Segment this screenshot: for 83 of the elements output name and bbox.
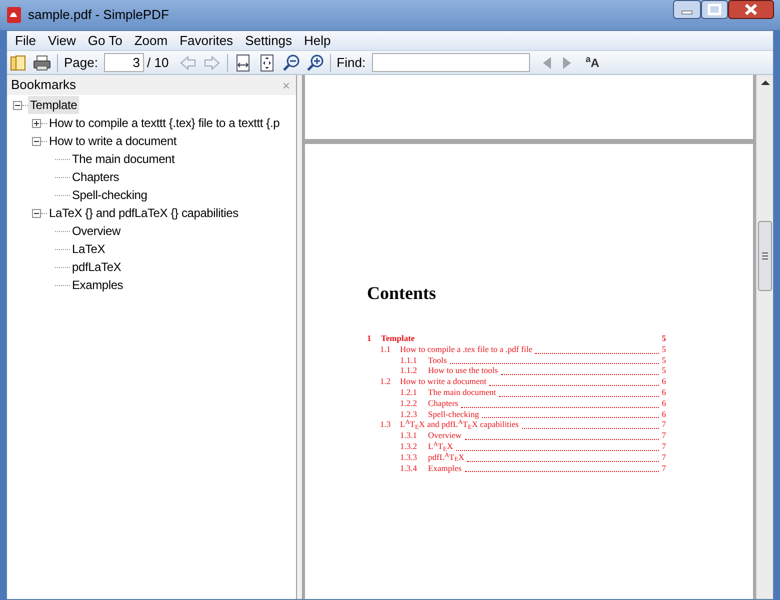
toc-page-number: 6 bbox=[662, 410, 666, 418]
scroll-up-icon[interactable] bbox=[760, 80, 770, 86]
find-label: Find: bbox=[336, 54, 366, 72]
collapse-icon[interactable] bbox=[32, 136, 41, 146]
window-title: sample.pdf - SimplePDF bbox=[28, 6, 170, 24]
toc-page-number: 5 bbox=[662, 366, 666, 375]
menu-item[interactable]: Go To bbox=[82, 30, 128, 50]
menu-item[interactable]: Zoom bbox=[128, 30, 174, 50]
toc-number: 1.2.3 bbox=[400, 410, 418, 418]
toc-entry[interactable]: Tools bbox=[428, 356, 447, 364]
menu-item[interactable]: Help bbox=[298, 30, 337, 50]
toc-number: 1.2 bbox=[380, 377, 392, 386]
printer-icon[interactable] bbox=[33, 54, 51, 72]
fit-width-icon[interactable] bbox=[234, 54, 252, 72]
scroll-thumb[interactable] bbox=[758, 221, 772, 291]
page-field[interactable]: 3 bbox=[104, 53, 144, 72]
minimize-button[interactable] bbox=[673, 0, 701, 19]
collapse-icon[interactable] bbox=[32, 208, 41, 218]
toc-number: 1 bbox=[367, 334, 372, 342]
toc-page-number: 5 bbox=[662, 334, 666, 342]
tree-item[interactable]: LaTeX {} and pdfLaTeX {} capabilities bbox=[47, 204, 240, 222]
toc-number: 1.2.2 bbox=[400, 398, 418, 408]
menu-item[interactable]: View bbox=[42, 30, 82, 50]
toc-entry[interactable]: The main document bbox=[428, 388, 496, 396]
maximize-button[interactable] bbox=[701, 0, 728, 19]
menu-item[interactable]: Favorites bbox=[174, 30, 240, 50]
toc-entry[interactable]: How to compile a .tex file to a .pdf file bbox=[400, 344, 532, 354]
zoom-out-icon[interactable] bbox=[282, 54, 300, 72]
toc-page-number: 5 bbox=[662, 356, 666, 364]
tree-item[interactable]: How to write a document bbox=[47, 132, 178, 150]
tree-item[interactable]: Examples bbox=[70, 276, 126, 294]
toc-entry[interactable]: pdfL$^{A}$T$_{E}$X bbox=[428, 452, 464, 462]
contents-heading: Contents bbox=[367, 284, 438, 302]
pdf-document-icon bbox=[6, 7, 22, 23]
toc-page-number: 6 bbox=[662, 377, 666, 386]
tree-item[interactable]: How to compile a texttt {.tex} file to a texttt {.p bbox=[47, 114, 282, 132]
page-label: Page: bbox=[64, 54, 98, 72]
toc-entry[interactable]: How to use the tools bbox=[428, 366, 498, 375]
toc-page-number: 6 bbox=[662, 398, 666, 408]
expand-icon[interactable] bbox=[32, 118, 41, 128]
tree-item[interactable]: The main document bbox=[70, 150, 177, 168]
tree-item[interactable]: Chapters bbox=[70, 168, 122, 186]
toc-page-number: 7 bbox=[662, 420, 666, 429]
toc-page-number: 7 bbox=[662, 431, 666, 440]
tree-item[interactable]: pdfLaTeX bbox=[70, 258, 124, 276]
toc-entry[interactable]: Spell-checking bbox=[428, 410, 479, 418]
toc-page-number: 7 bbox=[662, 452, 666, 462]
page-total: / 10 bbox=[146, 54, 169, 72]
toc-entry[interactable]: Examples bbox=[428, 464, 462, 472]
toc-number: 1.1.2 bbox=[400, 366, 418, 375]
find-field[interactable] bbox=[372, 53, 530, 72]
match-case-button[interactable]: $^{a}$A bbox=[586, 56, 600, 68]
book-icon[interactable] bbox=[9, 54, 27, 72]
tree-item[interactable]: Template bbox=[28, 96, 80, 114]
fit-page-icon[interactable] bbox=[258, 54, 276, 72]
toc-entry[interactable]: Overview bbox=[428, 431, 462, 440]
toc-number: 1.3.3 bbox=[400, 452, 418, 462]
toc-entry[interactable]: How to write a document bbox=[400, 377, 486, 386]
toc-number: 1.3.2 bbox=[400, 442, 418, 450]
close-button[interactable] bbox=[728, 0, 774, 19]
toc-number: 1.2.1 bbox=[400, 388, 418, 396]
tree-item[interactable]: LaTeX bbox=[70, 240, 108, 258]
toc-entry[interactable]: L$^{A}$T$_{E}$X and pdfL$^{A}$T$_{E}$X capabilities bbox=[400, 420, 519, 429]
toc-entry[interactable]: Chapters bbox=[428, 398, 458, 408]
zoom-in-icon[interactable] bbox=[306, 54, 324, 72]
toc-page-number: 5 bbox=[662, 344, 666, 354]
toc-number: 1.1.1 bbox=[400, 356, 418, 364]
toc-page-number: 7 bbox=[662, 442, 666, 450]
menu-item[interactable]: Settings bbox=[239, 30, 298, 50]
toc-number: 1.3 bbox=[380, 420, 392, 429]
menu-item[interactable]: File bbox=[9, 30, 42, 50]
toc-number: 1.1 bbox=[380, 344, 392, 354]
collapse-icon[interactable] bbox=[13, 100, 22, 110]
toc-entry[interactable]: L$^{A}$T$_{E}$X bbox=[428, 442, 454, 450]
panel-title: Bookmarks bbox=[11, 76, 76, 94]
toc-number: 1.3.4 bbox=[400, 464, 418, 472]
toc-page-number: 7 bbox=[662, 464, 666, 472]
toc-entry[interactable]: Template bbox=[381, 334, 415, 342]
tree-item[interactable]: Spell-checking bbox=[70, 186, 150, 204]
toc-page-number: 6 bbox=[662, 388, 666, 396]
toc-number: 1.3.1 bbox=[400, 431, 418, 440]
vertical-scrollbar[interactable] bbox=[756, 75, 773, 599]
tree-item[interactable]: Overview bbox=[70, 222, 122, 240]
